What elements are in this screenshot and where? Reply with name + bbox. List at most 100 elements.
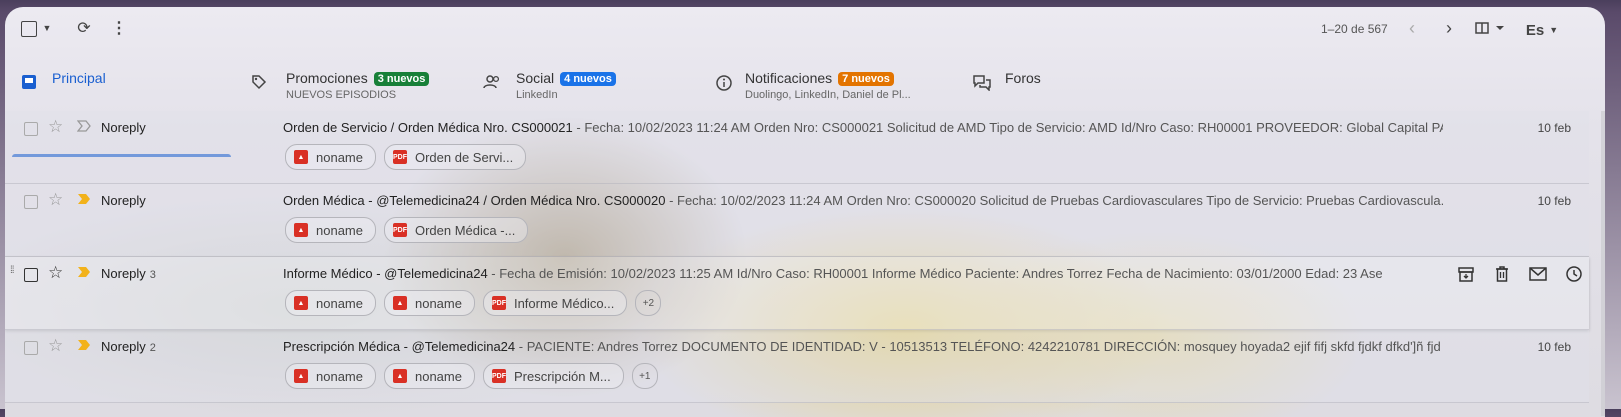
attachment-name: Informe Médico...	[513, 295, 615, 311]
tab-sublabel: NUEVOS EPISODIOS	[286, 89, 397, 101]
row-checkbox[interactable]	[24, 195, 38, 209]
new-count-badge: 3 nuevos	[373, 72, 430, 86]
row-checkbox[interactable]	[24, 122, 38, 136]
attachment-chip[interactable]: ▲ noname	[285, 290, 376, 316]
attachment-name: Prescripción M...	[513, 368, 611, 384]
attachment-chips: ▲ noname ▲ noname PDF Informe Médico... +2	[285, 290, 662, 316]
tab-label: Notificaciones 7 nuevos	[745, 70, 894, 86]
attachment-chip[interactable]: ▲ noname	[383, 290, 475, 316]
split-pane-toggle[interactable]	[1475, 20, 1509, 36]
tab-label: Foros	[1005, 70, 1041, 86]
row-actions	[1455, 263, 1585, 285]
attachment-chip[interactable]: ▲ noname	[285, 363, 376, 389]
email-list: ☆ Noreply Orden de Servicio / Orden Médi…	[5, 111, 1589, 403]
row-checkbox[interactable]	[24, 268, 38, 282]
star-icon[interactable]: ☆	[48, 263, 63, 283]
info-icon	[716, 75, 732, 91]
importance-marker-icon[interactable]	[77, 339, 91, 351]
attachment-name: noname	[316, 222, 363, 238]
snooze-icon[interactable]	[1563, 263, 1585, 285]
category-tabs: Principal Promociones 3 nuevos NUEVOS EPI…	[5, 57, 1605, 157]
tab-principal[interactable]: Principal	[5, 57, 235, 110]
people-icon	[483, 75, 500, 89]
email-date: 10 feb	[1537, 121, 1571, 135]
email-subject-line: Informe Médico - @Telemedicina24 - Fecha…	[283, 266, 1383, 281]
snippet-text: - Fecha: 10/02/2023 11:24 AM Orden Nro: …	[572, 120, 1443, 135]
subject-text: Orden de Servicio / Orden Médica Nro. CS…	[283, 120, 573, 135]
email-row[interactable]: ☆ Noreply Orden Médica - @Telemedicina24…	[5, 184, 1589, 257]
sender-text: Noreply	[101, 339, 146, 354]
importance-marker-icon[interactable]	[77, 193, 91, 205]
star-icon[interactable]: ☆	[48, 336, 63, 356]
attachment-name: noname	[316, 295, 363, 311]
sender-name: Noreply 2	[101, 339, 156, 354]
attachment-chip[interactable]: ▲ noname	[383, 363, 475, 389]
toolbar: ▼ ⟳ ⋮ 1–20 de 567 ‹ › Es ▼	[5, 7, 1605, 53]
image-file-icon: ▲	[294, 223, 308, 237]
email-date: 10 feb	[1537, 194, 1571, 208]
email-subject-line: Orden Médica - @Telemedicina24 / Orden M…	[283, 193, 1443, 208]
delete-icon[interactable]	[1491, 263, 1513, 285]
tab-label: Principal	[52, 70, 106, 86]
email-subject-line: Prescripción Médica - @Telemedicina24 - …	[283, 339, 1443, 354]
attachment-chip[interactable]: ▲ noname	[285, 144, 376, 170]
tab-social[interactable]: Social 4 nuevos LinkedIn	[475, 57, 695, 110]
select-dropdown-icon[interactable]: ▼	[41, 21, 53, 35]
email-row[interactable]: ⁞⁞ ☆ Noreply 3 Informe Médico - @Telemedi…	[5, 257, 1589, 330]
input-tools-button[interactable]: Es ▼	[1525, 21, 1559, 39]
tab-label-text: Social	[516, 70, 555, 86]
image-file-icon: ▲	[294, 369, 308, 383]
sender-text: Noreply	[101, 193, 146, 208]
sender-name: Noreply 3	[101, 266, 156, 281]
refresh-icon[interactable]: ⟳	[74, 18, 94, 38]
attachment-name: Orden de Servi...	[414, 149, 514, 165]
attachment-chip[interactable]: ▲ noname	[285, 217, 376, 243]
email-row[interactable]: ☆ Noreply 2 Prescripción Médica - @Teleme…	[5, 330, 1589, 403]
tab-promociones[interactable]: Promociones 3 nuevos NUEVOS EPISODIOS	[243, 57, 463, 110]
more-attachments-badge[interactable]: +2	[635, 290, 662, 316]
image-file-icon: ▲	[392, 296, 407, 310]
tab-foros[interactable]: Foros	[965, 57, 1125, 110]
attachment-chips: ▲ noname PDF Orden Médica -...	[285, 217, 529, 243]
attachment-chip[interactable]: PDF Orden de Servi...	[383, 144, 527, 170]
prev-page-icon[interactable]: ‹	[1402, 18, 1422, 38]
email-row[interactable]: ☆ Noreply Orden de Servicio / Orden Médi…	[5, 111, 1589, 184]
attachment-chip[interactable]: PDF Prescripción M...	[482, 363, 624, 389]
more-options-icon[interactable]: ⋮	[109, 18, 129, 38]
tab-label: Social 4 nuevos	[516, 70, 616, 86]
archive-icon[interactable]	[1455, 263, 1477, 285]
attachment-name: noname	[316, 149, 363, 165]
attachment-chip[interactable]: PDF Orden Médica -...	[383, 217, 529, 243]
tab-notificaciones[interactable]: Notificaciones 7 nuevos Duolingo, LinkedI…	[707, 57, 947, 110]
tag-icon	[252, 75, 267, 90]
attachment-chips: ▲ noname PDF Orden de Servi...	[285, 144, 527, 170]
scrollbar[interactable]	[1601, 111, 1605, 416]
importance-marker-icon[interactable]	[77, 120, 91, 132]
tab-label: Promociones 3 nuevos	[286, 70, 430, 86]
tab-sublabel: Duolingo, LinkedIn, Daniel de Pl...	[745, 89, 911, 101]
mark-unread-icon[interactable]	[1527, 263, 1549, 285]
row-checkbox[interactable]	[24, 341, 38, 355]
snippet-text: - PACIENTE: Andres Torrez DOCUMENTO DE I…	[515, 339, 1443, 354]
star-icon[interactable]: ☆	[48, 190, 63, 210]
importance-marker-icon[interactable]	[77, 266, 91, 278]
subject-text: Orden Médica - @Telemedicina24 / Orden M…	[283, 193, 666, 208]
sender-name: Noreply	[101, 193, 146, 208]
new-count-badge: 4 nuevos	[560, 72, 616, 86]
drag-handle-icon[interactable]: ⁞⁞	[10, 266, 18, 276]
inbox-icon	[22, 75, 36, 89]
attachment-chip[interactable]: PDF Informe Médico...	[482, 290, 628, 316]
attachment-chips: ▲ noname ▲ noname PDF Prescripción M... +1	[285, 363, 658, 389]
next-page-icon[interactable]: ›	[1439, 18, 1459, 38]
star-icon[interactable]: ☆	[48, 117, 63, 137]
attachment-name: noname	[414, 368, 462, 384]
select-all-checkbox[interactable]	[21, 21, 37, 37]
dropdown-caret-icon: ▼	[1549, 25, 1559, 35]
sender-text: Noreply	[101, 120, 146, 135]
snippet-text: - Fecha de Emisión: 10/02/2023 11:25 AM …	[487, 266, 1383, 281]
attachment-name: noname	[414, 295, 462, 311]
more-attachments-badge[interactable]: +1	[631, 363, 658, 389]
sender-name: Noreply	[101, 120, 146, 135]
pdf-file-icon: PDF	[392, 150, 407, 164]
tab-label-text: Promociones	[286, 70, 368, 86]
